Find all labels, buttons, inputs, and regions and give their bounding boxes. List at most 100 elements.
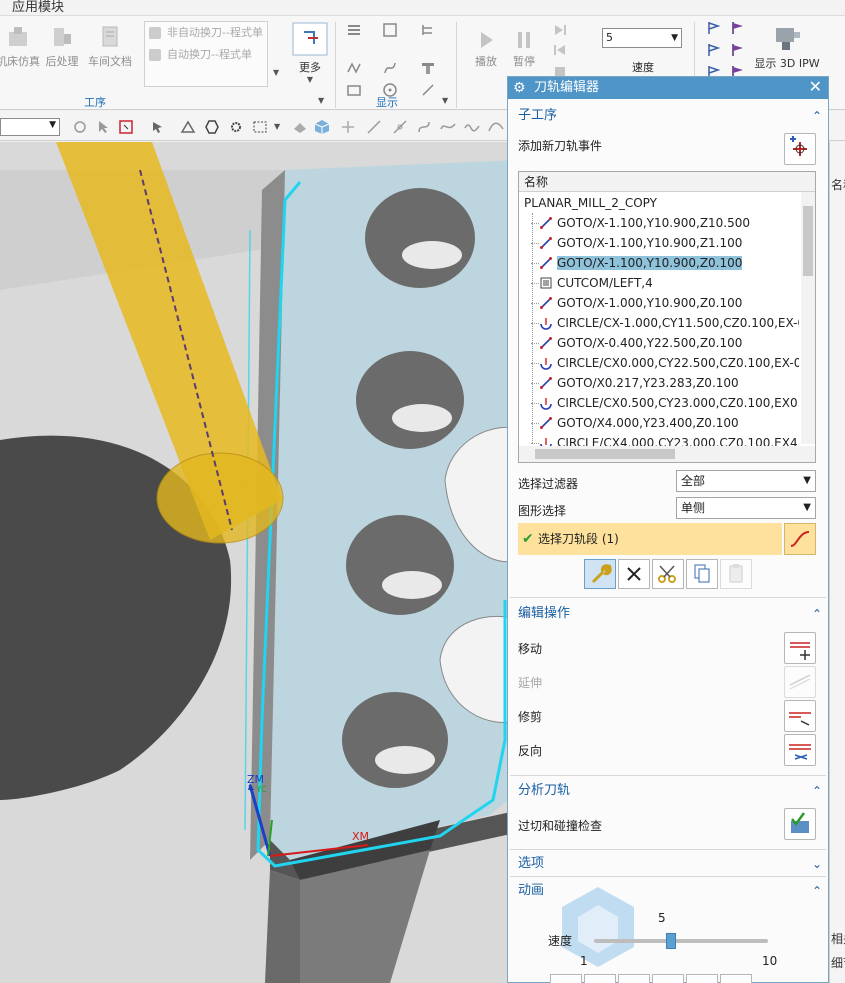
shop-doc-button[interactable]: 车间文档 — [86, 24, 134, 69]
section-edit-ops[interactable]: 编辑操作 ⌃ — [510, 603, 826, 625]
tree-row-event[interactable]: CUTCOM/LEFT,4 — [519, 273, 799, 293]
tree-row-text: GOTO/X-0.400,Y22.500,Z0.100 — [557, 336, 743, 350]
anim-speed-slider-thumb[interactable] — [666, 933, 677, 949]
tree-row-event[interactable]: CIRCLE/CX0.000,CY22.500,CZ0.100,EX-0.2 — [519, 353, 799, 373]
ribbon-speed-select[interactable]: 5 ▼ — [602, 28, 682, 48]
anim-play-back-button[interactable] — [618, 974, 650, 983]
tree-row-event[interactable]: GOTO/X-1.100,Y10.900,Z0.100 — [519, 253, 799, 273]
graphic-select-select[interactable]: 单侧 ▼ — [676, 497, 816, 519]
tree-row-event[interactable]: GOTO/X-1.100,Y10.900,Z10.500 — [519, 213, 799, 233]
add-event-button[interactable] — [784, 133, 816, 165]
group-expand-icon[interactable]: ▼ — [318, 96, 324, 105]
tab-application[interactable]: 应用模块 — [12, 0, 64, 15]
copy-button[interactable] — [686, 559, 718, 589]
tree-row-event[interactable]: GOTO/X-0.400,Y22.500,Z0.100 — [519, 333, 799, 353]
chevron-up-icon[interactable]: ⌃ — [812, 603, 822, 625]
curve-more-icon[interactable] — [488, 119, 504, 135]
play-button[interactable]: 播放 — [470, 30, 502, 69]
chevron-up-icon[interactable]: ⌃ — [812, 105, 822, 127]
toolpath-event-tree[interactable]: 名称 PLANAR_MILL_2_COPY GOTO/X-1.100,Y10.9… — [518, 171, 816, 463]
chevron-up-icon[interactable]: ⌃ — [812, 780, 822, 802]
flag-solid-icon[interactable] — [730, 20, 746, 36]
section-options[interactable]: 选项 ⌄ — [510, 853, 826, 875]
edit-tool-button[interactable] — [584, 559, 616, 589]
chevron-up-icon[interactable]: ⌃ — [812, 880, 822, 902]
tree-root-operation[interactable]: PLANAR_MILL_2_COPY — [524, 193, 657, 213]
scroll-thumb[interactable] — [803, 206, 813, 276]
section-analyze[interactable]: 分析刀轨 ⌃ — [510, 780, 826, 802]
tree-vertical-scrollbar[interactable] — [801, 192, 815, 444]
flag-solid-icon[interactable] — [730, 42, 746, 58]
arc-icon[interactable] — [416, 119, 432, 135]
select-arrow-icon[interactable] — [96, 119, 112, 135]
gear-select-icon[interactable] — [228, 119, 244, 135]
group-expand-icon[interactable]: ▼ — [442, 96, 448, 105]
paste-button[interactable] — [720, 559, 752, 589]
hexagon-icon[interactable] — [204, 119, 220, 135]
display-tool-icon[interactable] — [420, 60, 436, 76]
pause-button[interactable]: 暂停 — [508, 30, 540, 69]
step-back-icon[interactable] — [552, 42, 568, 58]
line-icon[interactable] — [366, 119, 382, 135]
section-animation[interactable]: 动画 ⌃ — [510, 880, 826, 902]
show-3d-ipw-button[interactable]: 显示 3D IPW — [752, 24, 822, 71]
display-layer-icon[interactable] — [346, 82, 362, 98]
scroll-thumb[interactable] — [535, 449, 675, 459]
tree-column-header[interactable]: 名称 — [519, 172, 815, 192]
flag-icon[interactable] — [706, 42, 722, 58]
more-button[interactable]: 更多 ▼ — [290, 22, 330, 84]
reverse-button[interactable] — [784, 734, 816, 766]
tree-row-event[interactable]: GOTO/X-1.100,Y10.900,Z1.100 — [519, 233, 799, 253]
extend-button[interactable] — [784, 666, 816, 698]
delete-button[interactable] — [618, 559, 650, 589]
display-curve-icon[interactable] — [382, 60, 398, 76]
post-process-button[interactable]: 后处理 — [42, 24, 82, 69]
gouge-check-button[interactable] — [784, 808, 816, 840]
move-button[interactable] — [784, 632, 816, 664]
cut-button[interactable] — [652, 559, 684, 589]
anim-play-button[interactable] — [652, 974, 684, 983]
display-line-icon[interactable] — [420, 82, 436, 98]
lasso-icon[interactable] — [252, 119, 268, 135]
tree-row-event[interactable]: GOTO/X0.217,Y23.283,Z0.100 — [519, 373, 799, 393]
lasso-dropdown-icon[interactable]: ▼ — [274, 122, 280, 131]
cursor-point-icon[interactable] — [150, 119, 166, 135]
wave-icon[interactable] — [464, 119, 480, 135]
section-sub-operation[interactable]: 子工序 ⌃ — [510, 105, 826, 127]
solid-cube-icon[interactable] — [314, 119, 330, 135]
filter-select[interactable]: 全部 ▼ — [676, 470, 816, 492]
tree-row-event[interactable]: CIRCLE/CX-1.000,CY11.500,CZ0.100,EX-0.4 — [519, 313, 799, 333]
anim-speed-slider[interactable] — [594, 939, 768, 943]
spline-icon[interactable] — [440, 119, 456, 135]
move-icon[interactable] — [340, 119, 356, 135]
display-tree-icon[interactable] — [420, 22, 436, 38]
type-filter-select[interactable]: ▼ — [0, 118, 60, 136]
line-tangent-icon[interactable] — [392, 119, 408, 135]
chevron-down-icon[interactable]: ⌄ — [812, 853, 822, 875]
anim-back-button[interactable] — [584, 974, 616, 983]
flag-icon[interactable] — [706, 20, 722, 36]
tree-row-event[interactable]: GOTO/X-1.000,Y10.900,Z0.100 — [519, 293, 799, 313]
tree-horizontal-scrollbar[interactable] — [519, 446, 815, 462]
display-list-icon[interactable] — [346, 22, 362, 38]
anim-forward-button[interactable] — [686, 974, 718, 983]
selection-status-bar[interactable]: ✔ 选择刀轨段 (1) — [518, 523, 782, 555]
snap-icon[interactable] — [72, 119, 88, 135]
tree-row-event[interactable]: CIRCLE/CX0.500,CY23.000,CZ0.100,EX0.50 — [519, 393, 799, 413]
sketch-icon[interactable] — [180, 119, 196, 135]
select-curve-button[interactable] — [784, 523, 816, 555]
trim-button[interactable] — [784, 700, 816, 732]
anim-first-button[interactable] — [550, 974, 582, 983]
machine-sim-button[interactable]: 机床仿真 — [0, 24, 42, 69]
step-forward-icon[interactable] — [552, 22, 568, 38]
anim-last-button[interactable] — [720, 974, 752, 983]
gear-icon[interactable]: ⚙ — [513, 77, 526, 99]
select-box-icon[interactable] — [118, 119, 134, 135]
list-dropdown-icon[interactable]: ▼ — [273, 68, 279, 77]
view-eraser-icon[interactable] — [292, 119, 308, 135]
dialog-titlebar[interactable]: ⚙ 刀轨编辑器 ✕ — [508, 77, 828, 99]
display-path-icon[interactable] — [346, 60, 362, 76]
display-box-icon[interactable] — [382, 22, 398, 38]
tree-row-event[interactable]: GOTO/X4.000,Y23.400,Z0.100 — [519, 413, 799, 433]
close-icon[interactable]: ✕ — [809, 76, 822, 98]
